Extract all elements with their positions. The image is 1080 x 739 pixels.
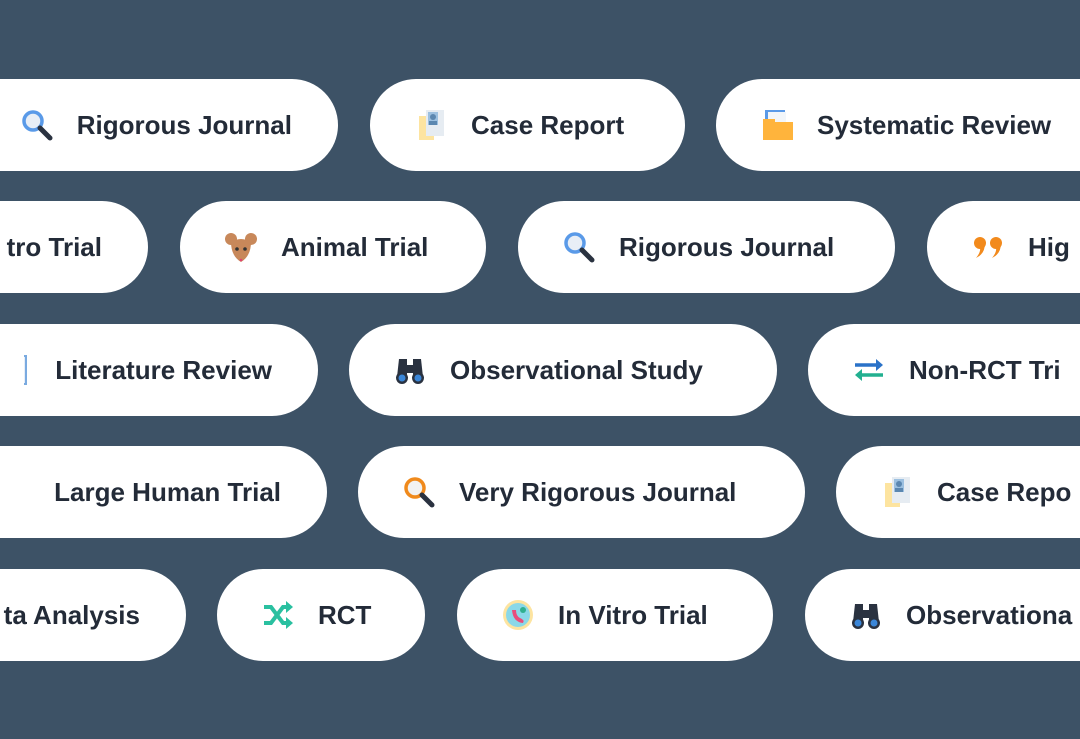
tag-pill[interactable]: Rigorous Journal — [0, 79, 338, 171]
case-file-icon — [880, 475, 914, 509]
tag-label: RCT — [318, 599, 372, 630]
petri-dish-icon — [501, 598, 535, 632]
tag-pill[interactable]: Systematic Review — [716, 79, 1080, 171]
document-icon — [24, 353, 32, 387]
tag-pill[interactable]: Hig — [927, 201, 1080, 293]
tag-pill[interactable]: Non-RCT Tri — [808, 324, 1080, 416]
tag-label: Case Report — [471, 109, 625, 140]
tag-label: Rigorous Journal — [619, 231, 835, 262]
case-file-icon — [414, 108, 448, 142]
tag-pill[interactable]: RCT — [217, 569, 425, 661]
quote-icon — [971, 230, 1005, 264]
tag-pill[interactable]: Case Report — [370, 79, 685, 171]
tag-label: Non-RCT Tri — [909, 354, 1061, 385]
mouse-icon — [224, 230, 258, 264]
tag-pill[interactable]: Very Rigorous Journal — [358, 446, 805, 538]
folder-icon — [760, 108, 794, 142]
tag-label: Observationa — [906, 599, 1073, 630]
tag-label: Large Human Trial — [54, 476, 281, 507]
tag-pill[interactable]: Observational Study — [349, 324, 777, 416]
people-icon — [23, 475, 31, 509]
tag-pill[interactable]: Case Repo — [836, 446, 1080, 538]
tag-label: Literature Review — [55, 354, 272, 385]
tag-label: Hig — [1028, 231, 1070, 262]
shuffle-icon — [261, 598, 295, 632]
tag-label: Rigorous Journal — [76, 109, 292, 140]
tag-label: tro Trial — [6, 231, 102, 262]
tag-label: Case Repo — [937, 476, 1072, 507]
tag-label: In Vitro Trial — [558, 599, 708, 630]
tag-pill[interactable]: tro Trial — [0, 201, 148, 293]
magnifier-blue-icon — [562, 230, 596, 264]
tag-pill[interactable]: Literature Review — [0, 324, 318, 416]
binoculars-icon — [849, 598, 883, 632]
binoculars-icon — [393, 353, 427, 387]
tag-label: Observational Study — [450, 354, 703, 385]
tag-label: Systematic Review — [817, 109, 1052, 140]
tag-pill[interactable]: In Vitro Trial — [457, 569, 773, 661]
arrows-exchange-icon — [852, 353, 886, 387]
tag-label: ta Analysis — [3, 599, 140, 630]
tag-pill[interactable]: Observationa — [805, 569, 1080, 661]
magnifier-blue-icon — [20, 108, 54, 142]
tag-pill[interactable]: Rigorous Journal — [518, 201, 895, 293]
tag-label: Very Rigorous Journal — [459, 476, 737, 507]
tag-pill[interactable]: ta Analysis — [0, 569, 186, 661]
magnifier-orange-icon — [402, 475, 436, 509]
tag-pill[interactable]: Large Human Trial — [0, 446, 327, 538]
tag-pill[interactable]: Animal Trial — [180, 201, 486, 293]
tag-label: Animal Trial — [281, 231, 429, 262]
